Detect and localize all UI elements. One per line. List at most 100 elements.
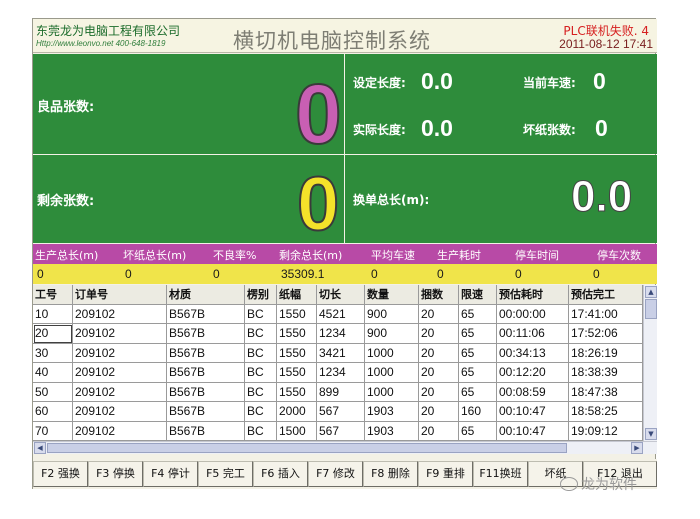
table-cell[interactable]: 1903 <box>365 402 419 422</box>
table-cell[interactable]: 2000 <box>277 402 317 422</box>
column-header[interactable]: 捆数 <box>419 285 459 305</box>
table-cell[interactable]: 1550 <box>277 363 317 383</box>
f9-rearrange-button[interactable]: F9 重排 <box>418 461 473 487</box>
table-cell[interactable]: 00:34:13 <box>497 343 569 363</box>
table-cell[interactable]: 20 <box>419 304 459 324</box>
table-cell[interactable]: 567 <box>317 421 365 441</box>
column-header[interactable]: 楞别 <box>245 285 277 305</box>
table-cell[interactable]: 20 <box>419 324 459 344</box>
table-cell[interactable]: 209102 <box>73 421 167 441</box>
table-cell[interactable]: 3421 <box>317 343 365 363</box>
table-cell[interactable]: 1550 <box>277 343 317 363</box>
table-cell[interactable]: 40 <box>33 363 73 383</box>
table-cell[interactable]: 00:10:47 <box>497 402 569 422</box>
table-row[interactable]: 20 209102 B567B BC 1550 1234 900 20 65 00:11:06 17… <box>33 324 643 344</box>
table-cell[interactable]: 20 <box>419 343 459 363</box>
table-cell[interactable]: B567B <box>167 363 245 383</box>
table-cell[interactable]: BC <box>245 343 277 363</box>
column-header[interactable]: 预估耗时 <box>497 285 569 305</box>
table-cell[interactable]: 20 <box>419 402 459 422</box>
table-cell[interactable]: 65 <box>459 324 497 344</box>
table-cell[interactable]: 17:41:00 <box>569 304 643 324</box>
f2-force-change-button[interactable]: F2 强换 <box>33 461 88 487</box>
table-cell[interactable]: 18:58:25 <box>569 402 643 422</box>
table-cell[interactable]: 00:10:47 <box>497 421 569 441</box>
table-cell[interactable]: 60 <box>33 402 73 422</box>
table-cell[interactable]: B567B <box>167 324 245 344</box>
table-cell[interactable]: 899 <box>317 382 365 402</box>
scroll-right-icon[interactable]: ▶ <box>631 442 643 454</box>
table-cell[interactable]: 1903 <box>365 421 419 441</box>
table-cell[interactable]: BC <box>245 304 277 324</box>
scroll-down-icon[interactable]: ▼ <box>645 428 657 440</box>
column-header[interactable]: 订单号 <box>73 285 167 305</box>
table-row[interactable]: 10 209102 B567B BC 1550 4521 900 20 65 00:00:00 17… <box>33 304 643 324</box>
column-header[interactable]: 切长 <box>317 285 365 305</box>
table-cell[interactable]: 4521 <box>317 304 365 324</box>
table-cell[interactable]: 00:00:00 <box>497 304 569 324</box>
table-row[interactable]: 40 209102 B567B BC 1550 1234 1000 20 65 00:12:20 1… <box>33 363 643 383</box>
table-cell[interactable]: 1500 <box>277 421 317 441</box>
table-cell[interactable]: 50 <box>33 382 73 402</box>
table-cell[interactable]: 30 <box>33 343 73 363</box>
table-cell[interactable]: BC <box>245 382 277 402</box>
column-header[interactable]: 材质 <box>167 285 245 305</box>
table-cell[interactable]: BC <box>245 402 277 422</box>
table-row[interactable]: 60 209102 B567B BC 2000 567 1903 20 160 00:10:47 1… <box>33 402 643 422</box>
table-cell[interactable]: 1550 <box>277 382 317 402</box>
table-cell[interactable]: 209102 <box>73 324 167 344</box>
vertical-scroll-thumb[interactable] <box>645 299 657 319</box>
table-cell[interactable]: 209102 <box>73 382 167 402</box>
table-cell[interactable]: 209102 <box>73 363 167 383</box>
table-cell[interactable]: 18:47:38 <box>569 382 643 402</box>
column-header[interactable]: 预估完工 <box>569 285 643 305</box>
f3-stop-change-button[interactable]: F3 停换 <box>88 461 143 487</box>
table-cell[interactable]: 1000 <box>365 363 419 383</box>
table-cell[interactable]: 70 <box>33 421 73 441</box>
table-cell[interactable]: BC <box>245 324 277 344</box>
table-cell[interactable]: 17:52:06 <box>569 324 643 344</box>
table-cell[interactable]: 20 <box>419 382 459 402</box>
table-cell[interactable]: 65 <box>459 343 497 363</box>
f7-modify-button[interactable]: F7 修改 <box>308 461 363 487</box>
table-row[interactable]: 30 209102 B567B BC 1550 3421 1000 20 65 00:34:13 1… <box>33 343 643 363</box>
table-cell[interactable]: 1234 <box>317 363 365 383</box>
table-cell[interactable]: 00:12:20 <box>497 363 569 383</box>
table-cell[interactable]: B567B <box>167 343 245 363</box>
table-cell[interactable]: 209102 <box>73 402 167 422</box>
table-cell[interactable]: 900 <box>365 304 419 324</box>
column-header[interactable]: 纸幅 <box>277 285 317 305</box>
horizontal-scrollbar[interactable]: ◀ ▶ <box>33 441 657 454</box>
table-cell[interactable]: 1234 <box>317 324 365 344</box>
table-row[interactable]: 50 209102 B567B BC 1550 899 1000 20 65 00:08:59 18… <box>33 382 643 402</box>
table-cell[interactable]: 20 <box>33 324 73 344</box>
column-header[interactable]: 限速 <box>459 285 497 305</box>
table-cell[interactable]: 1550 <box>277 304 317 324</box>
table-cell[interactable]: 19:09:12 <box>569 421 643 441</box>
table-cell[interactable]: 209102 <box>73 304 167 324</box>
table-cell[interactable]: B567B <box>167 382 245 402</box>
table-cell[interactable]: 1000 <box>365 382 419 402</box>
table-cell[interactable]: 900 <box>365 324 419 344</box>
f4-stop-count-button[interactable]: F4 停计 <box>143 461 198 487</box>
table-cell[interactable]: 1000 <box>365 343 419 363</box>
scroll-up-icon[interactable]: ▲ <box>645 286 657 298</box>
table-cell[interactable]: 65 <box>459 363 497 383</box>
f6-insert-button[interactable]: F6 插入 <box>253 461 308 487</box>
table-cell[interactable]: B567B <box>167 304 245 324</box>
table-cell[interactable]: 65 <box>459 421 497 441</box>
column-header[interactable]: 数量 <box>365 285 419 305</box>
scroll-left-icon[interactable]: ◀ <box>34 442 46 454</box>
table-cell[interactable]: 18:38:39 <box>569 363 643 383</box>
column-header[interactable]: 工号 <box>33 285 73 305</box>
table-cell[interactable]: 65 <box>459 304 497 324</box>
f8-delete-button[interactable]: F8 删除 <box>363 461 418 487</box>
table-cell[interactable]: 65 <box>459 382 497 402</box>
order-table[interactable]: 工号 订单号 材质 楞别 纸幅 切长 数量 捆数 限速 预估耗时 预估完工 10… <box>33 285 643 441</box>
vertical-scrollbar[interactable]: ▲ ▼ <box>643 285 657 441</box>
table-cell[interactable]: 20 <box>419 363 459 383</box>
table-cell[interactable]: B567B <box>167 402 245 422</box>
table-cell[interactable]: 10 <box>33 304 73 324</box>
table-cell[interactable]: 160 <box>459 402 497 422</box>
table-cell[interactable]: 567 <box>317 402 365 422</box>
